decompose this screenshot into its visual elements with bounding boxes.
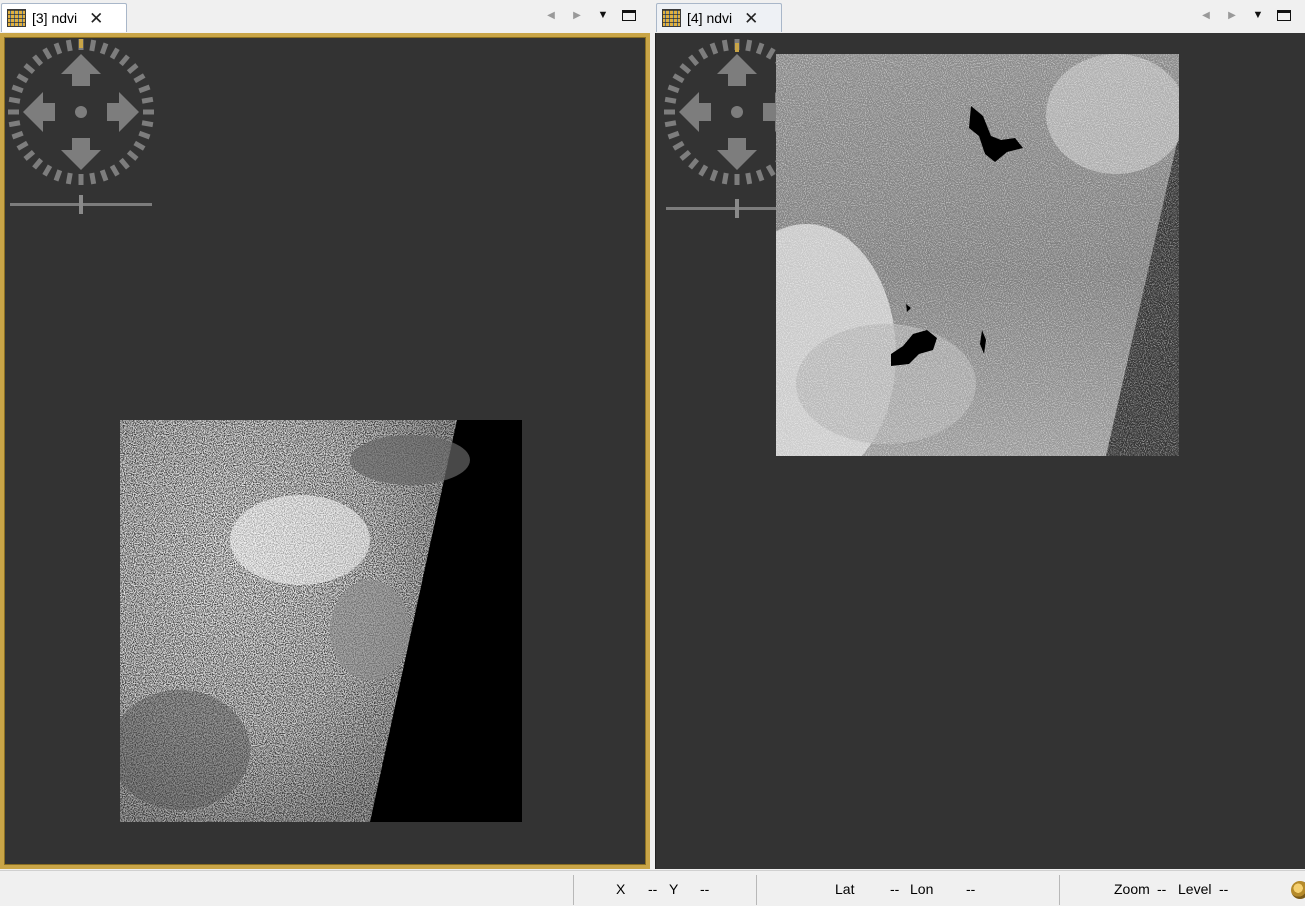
image-view-left: [3] ndvi ✕ ◀ ▶ ▼ (0, 0, 650, 870)
pan-compass-icon[interactable] (6, 37, 156, 222)
image-canvas-right[interactable] (655, 33, 1305, 869)
tab-ndvi-3[interactable]: [3] ndvi ✕ (1, 3, 127, 32)
status-separator (573, 875, 574, 905)
lat-label: Lat (835, 881, 855, 897)
status-indicator-icon[interactable] (1291, 881, 1305, 899)
status-bar: X -- Y -- Lat -- Lon -- Zoom -- Level -- (0, 870, 1305, 906)
zoom-value: -- (1157, 881, 1167, 897)
zoom-label: Zoom (1114, 881, 1150, 897)
image-canvas-left[interactable] (0, 33, 650, 869)
raster-grid-icon (662, 9, 681, 27)
tab-controls-right: ◀ ▶ ▼ (1193, 4, 1297, 26)
tab-bar-left: [3] ndvi ✕ ◀ ▶ ▼ (0, 0, 650, 33)
x-value: -- (648, 881, 658, 897)
ndvi-raster-right (776, 54, 1179, 456)
lon-label: Lon (910, 881, 934, 897)
image-view-right: [4] ndvi ✕ ◀ ▶ ▼ (655, 0, 1305, 870)
maximize-icon[interactable] (1271, 5, 1297, 25)
lat-value: -- (890, 881, 900, 897)
scroll-tabs-left-icon[interactable]: ◀ (1193, 5, 1219, 25)
scroll-tabs-right-icon[interactable]: ▶ (1219, 5, 1245, 25)
tab-ndvi-4[interactable]: [4] ndvi ✕ (656, 3, 782, 32)
tab-bar-right: [4] ndvi ✕ ◀ ▶ ▼ (655, 0, 1305, 33)
ndvi-raster-left (120, 420, 522, 822)
close-icon[interactable]: ✕ (744, 10, 758, 27)
close-icon[interactable]: ✕ (89, 10, 103, 27)
maximize-icon[interactable] (616, 5, 642, 25)
x-label: X (616, 881, 626, 897)
scroll-tabs-right-icon[interactable]: ▶ (564, 5, 590, 25)
tab-label: [4] ndvi (687, 10, 733, 26)
raster-grid-icon (7, 9, 26, 27)
y-value: -- (700, 881, 710, 897)
level-value: -- (1219, 881, 1229, 897)
tab-controls-left: ◀ ▶ ▼ (538, 4, 642, 26)
tab-menu-icon[interactable]: ▼ (590, 5, 616, 25)
tab-label: [3] ndvi (32, 10, 78, 26)
lon-value: -- (966, 881, 976, 897)
level-label: Level (1178, 881, 1212, 897)
status-separator (756, 875, 757, 905)
status-separator (1059, 875, 1060, 905)
scroll-tabs-left-icon[interactable]: ◀ (538, 5, 564, 25)
tab-menu-icon[interactable]: ▼ (1245, 5, 1271, 25)
y-label: Y (669, 881, 679, 897)
